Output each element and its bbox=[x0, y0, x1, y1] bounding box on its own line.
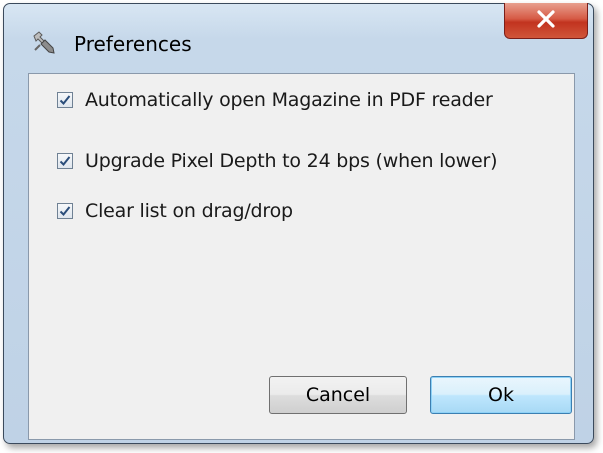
auto-open-pdf-label[interactable]: Automatically open Magazine in PDF reade… bbox=[85, 89, 493, 111]
close-button[interactable] bbox=[504, 3, 588, 39]
checkmark-icon bbox=[59, 156, 71, 166]
checkmark-icon bbox=[59, 206, 71, 216]
clear-list-checkbox[interactable] bbox=[57, 203, 73, 219]
cancel-button[interactable]: Cancel bbox=[269, 376, 407, 414]
wrench-screwdriver-icon bbox=[31, 30, 57, 56]
title-bar[interactable]: Preferences bbox=[4, 3, 593, 66]
option-clear-list[interactable]: Clear list on drag/drop bbox=[57, 199, 293, 223]
close-icon bbox=[536, 9, 556, 32]
option-upgrade-pixel-depth[interactable]: Upgrade Pixel Depth to 24 bps (when lowe… bbox=[57, 149, 497, 173]
window-title: Preferences bbox=[74, 32, 192, 56]
auto-open-pdf-checkbox[interactable] bbox=[57, 92, 73, 108]
preferences-window: Preferences Automatically open Magazine … bbox=[3, 3, 594, 444]
upgrade-pixel-depth-label[interactable]: Upgrade Pixel Depth to 24 bps (when lowe… bbox=[85, 150, 497, 172]
option-auto-open-pdf[interactable]: Automatically open Magazine in PDF reade… bbox=[57, 88, 493, 112]
upgrade-pixel-depth-checkbox[interactable] bbox=[57, 153, 73, 169]
ok-button[interactable]: Ok bbox=[430, 376, 572, 414]
preferences-panel: Automatically open Magazine in PDF reade… bbox=[28, 73, 575, 440]
checkmark-icon bbox=[59, 95, 71, 105]
clear-list-label[interactable]: Clear list on drag/drop bbox=[85, 200, 293, 222]
